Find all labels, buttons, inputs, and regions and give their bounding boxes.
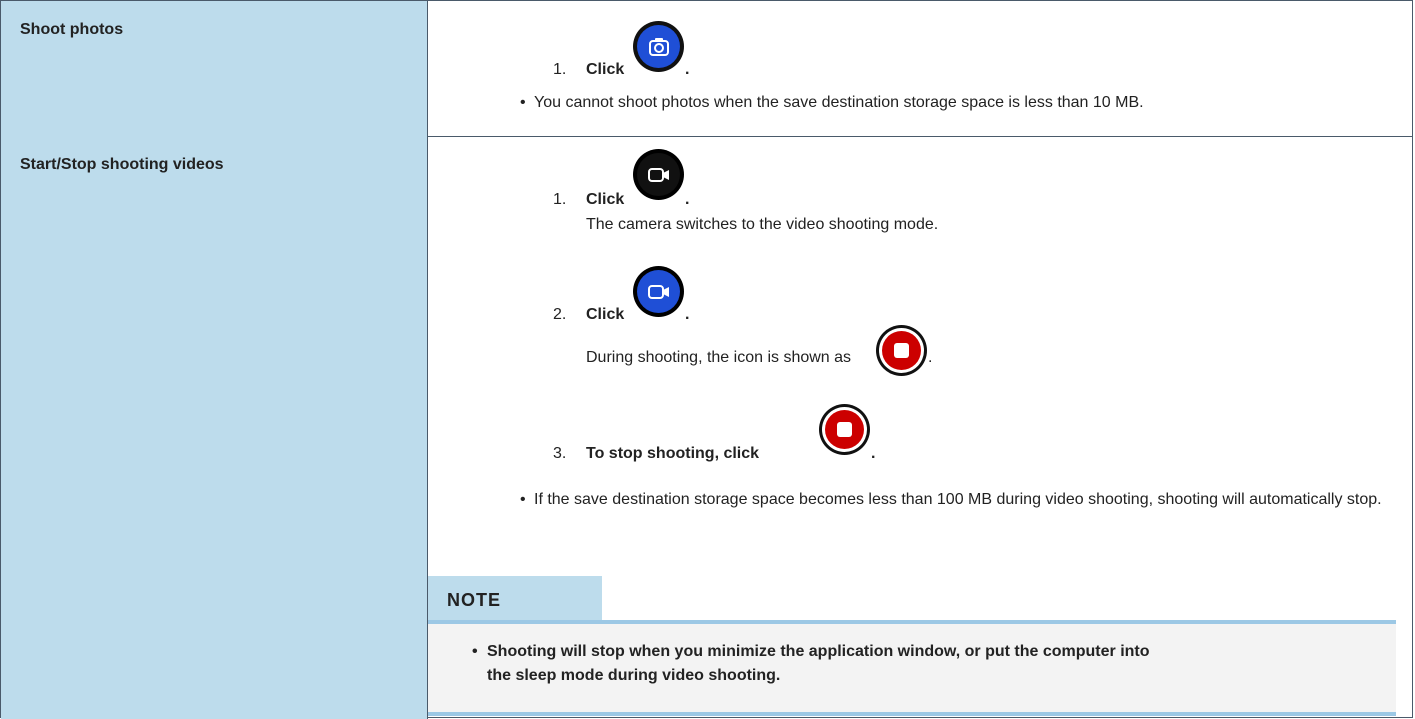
video-mode-icon-face: [637, 153, 680, 196]
video-glyph: [647, 167, 669, 182]
note-header: NOTE: [428, 576, 602, 620]
stop-icon-ring: [825, 410, 864, 449]
step-text: Click: [586, 61, 625, 78]
feature-table: Shoot photos 1. Click . • You cannot sho…: [0, 0, 1413, 719]
camera-icon-face: [637, 25, 680, 68]
stop-icon: [876, 325, 927, 376]
video-record-icon-face: [637, 270, 680, 313]
step-text: To stop shooting, click: [586, 445, 760, 462]
row-header: Start/Stop shooting videos: [1, 136, 428, 719]
step-text: Click: [586, 306, 625, 323]
video-mode-icon[interactable]: [633, 149, 684, 200]
bullet-text: You cannot shoot photos when the save de…: [534, 94, 1144, 111]
camera-glyph: [648, 37, 669, 56]
note-body: • Shooting will stop when you minimize t…: [428, 624, 1396, 712]
step-item: 1. Click .: [553, 149, 953, 209]
note-divider: [428, 712, 1396, 716]
row-content: 1. Click . The camera switches to the vi…: [428, 136, 1412, 719]
step-description-text: During shooting, the icon is shown as: [586, 349, 852, 366]
video-glyph: [647, 284, 669, 299]
stop-icon-ring: [882, 331, 921, 370]
row-content: 1. Click . • You cannot shoot photos whe…: [428, 1, 1412, 136]
step-item: 3. To stop shooting, click .: [553, 404, 1053, 464]
camera-icon[interactable]: [633, 21, 684, 72]
step-description: During shooting, the icon is shown as: [586, 349, 851, 367]
bullet-text: If the save destination storage space be…: [534, 491, 1382, 508]
stop-icon-square: [837, 422, 852, 437]
note-text: Shooting will stop when you minimize the…: [487, 643, 1150, 684]
step-suffix: .: [685, 306, 690, 323]
step-number: 1.: [553, 61, 567, 78]
step-number: 1.: [553, 191, 567, 208]
step-suffix: .: [871, 445, 876, 462]
step-text: Click: [586, 191, 625, 208]
step-item: 2. Click .: [553, 266, 953, 326]
step-item: 1. Click .: [553, 21, 953, 81]
table-row: Shoot photos 1. Click . • You cannot sho…: [1, 1, 1412, 137]
step-suffix: .: [685, 191, 690, 208]
row-label: Shoot photos: [20, 21, 124, 38]
step-description-suffix: .: [928, 349, 933, 366]
row-label: Start/Stop shooting videos: [20, 156, 224, 173]
bullet-dot: •: [520, 94, 526, 111]
table-row: Start/Stop shooting videos 1. Click . Th…: [1, 136, 1412, 719]
step-suffix: .: [685, 61, 690, 78]
video-record-icon[interactable]: [633, 266, 684, 317]
bullet-dot: •: [520, 491, 526, 508]
row-header: Shoot photos: [1, 1, 428, 136]
stop-icon-face: [879, 328, 924, 373]
note-title: NOTE: [447, 590, 502, 610]
stop-icon[interactable]: [819, 404, 870, 455]
stop-icon-face: [822, 407, 867, 452]
bullet-dot: •: [472, 643, 478, 660]
step-number: 2.: [553, 306, 567, 323]
step-number: 3.: [553, 445, 567, 462]
step-description: The camera switches to the video shootin…: [586, 216, 939, 233]
stop-icon-square: [894, 343, 909, 358]
